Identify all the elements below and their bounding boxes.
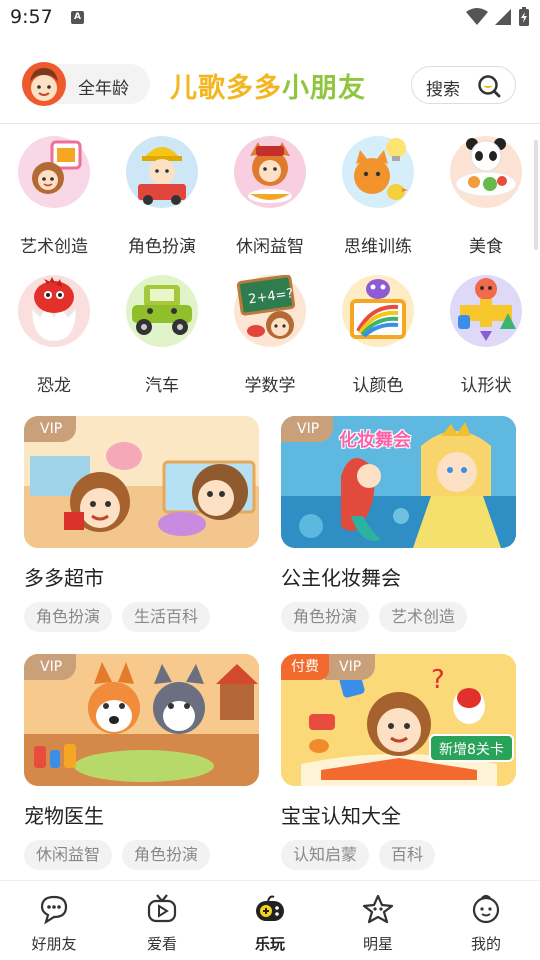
thinking-icon xyxy=(342,136,414,208)
status-time: 9:57 xyxy=(10,6,53,28)
header: 全年龄 儿歌多多小朋友 搜索 xyxy=(0,56,540,116)
tag[interactable]: 角色扮演 xyxy=(122,840,211,870)
nav-tab-stars[interactable]: 明星 xyxy=(324,881,432,960)
chat-icon xyxy=(40,895,68,925)
game-title: 公主化妆舞会 xyxy=(281,566,401,590)
status-icons xyxy=(466,7,530,27)
app-title: 儿歌多多小朋友 xyxy=(170,66,366,105)
category-shape[interactable]: 认形状 xyxy=(432,275,540,396)
shape-icon xyxy=(450,275,522,347)
nav-tab-me[interactable]: 我的 xyxy=(432,881,540,960)
category-label: 美食 xyxy=(469,237,503,257)
art-icon xyxy=(18,136,90,208)
battery-icon xyxy=(519,7,529,26)
tag[interactable]: 角色扮演 xyxy=(281,602,370,632)
tag[interactable]: 生活百科 xyxy=(122,602,211,632)
nav-label: 明星 xyxy=(362,935,393,953)
category-label: 汽车 xyxy=(145,376,179,396)
game-thumbnail[interactable]: 化妆舞会 VIP xyxy=(281,416,516,548)
avatar xyxy=(22,62,66,106)
nav-tab-play[interactable]: 乐玩 xyxy=(216,881,324,960)
car-icon xyxy=(126,275,198,347)
category-art[interactable]: 艺术创造 xyxy=(0,136,108,257)
category-row-2: 恐龙 汽车 2+4=? 学数学 认颜色 认形状 xyxy=(0,274,540,396)
paid-badge: 付费 xyxy=(281,654,329,680)
game-tags: 角色扮演 艺术创造 xyxy=(281,602,468,632)
game-card-pet-doctor[interactable]: VIP 宠物医生 休闲益智 角色扮演 xyxy=(24,654,259,874)
search-icon xyxy=(478,75,501,98)
app-title-part1: 儿歌多多 xyxy=(170,73,282,104)
tag[interactable]: 百科 xyxy=(379,840,436,870)
wifi-icon xyxy=(466,8,488,25)
game-tags: 角色扮演 生活百科 xyxy=(24,602,211,632)
nav-tab-friends[interactable]: 好朋友 xyxy=(0,881,108,960)
game-card-princess-makeup[interactable]: 化妆舞会 VIP 公主化妆舞会 角色扮演 艺术创造 xyxy=(281,416,516,636)
game-title: 宠物医生 xyxy=(24,804,104,828)
game-title: 多多超市 xyxy=(24,566,104,590)
nav-label: 乐玩 xyxy=(254,935,285,953)
vip-badge: VIP xyxy=(24,416,77,442)
category-label: 休闲益智 xyxy=(236,237,304,257)
category-math[interactable]: 2+4=? 学数学 xyxy=(216,274,324,396)
category-label: 认形状 xyxy=(460,376,512,396)
category-dinosaur[interactable]: 恐龙 xyxy=(0,275,108,396)
math-icon: 2+4=? xyxy=(234,274,306,347)
tag[interactable]: 认知启蒙 xyxy=(281,840,370,870)
search-label: 搜索 xyxy=(426,80,460,100)
notification-icon: A xyxy=(71,11,84,24)
game-banner-text: 新增8关卡 xyxy=(429,734,514,762)
category-label: 艺术创造 xyxy=(20,237,88,257)
vip-badge: VIP xyxy=(325,654,376,680)
category-car[interactable]: 汽车 xyxy=(108,275,216,396)
nav-label: 爱看 xyxy=(146,935,177,953)
category-color[interactable]: 认颜色 xyxy=(324,275,432,396)
face-icon xyxy=(472,894,500,924)
svg-text:?: ? xyxy=(431,665,445,695)
tag[interactable]: 角色扮演 xyxy=(24,602,113,632)
status-bar: 9:57 A xyxy=(0,0,540,36)
category-label: 学数学 xyxy=(244,376,296,396)
game-title: 宝宝认知大全 xyxy=(281,804,401,828)
game-banner-text: 化妆舞会 xyxy=(339,430,411,451)
vip-badge: VIP xyxy=(281,416,334,442)
category-puzzle[interactable]: 休闲益智 xyxy=(216,136,324,257)
tag[interactable]: 休闲益智 xyxy=(24,840,113,870)
game-card-baby-cognition[interactable]: ? 新增8关卡 付费 VIP 宝宝认知大全 认知启蒙 百科 xyxy=(281,654,516,874)
category-label: 思维训练 xyxy=(344,237,412,257)
game-tags: 认知启蒙 百科 xyxy=(281,840,436,870)
age-label: 全年龄 xyxy=(78,79,129,99)
game-card-supermarket[interactable]: VIP 多多超市 角色扮演 生活百科 xyxy=(24,416,259,636)
age-selector[interactable]: 全年龄 xyxy=(22,62,150,106)
food-icon xyxy=(450,136,522,208)
category-label: 恐龙 xyxy=(37,376,71,396)
category-thinking[interactable]: 思维训练 xyxy=(324,136,432,257)
category-row-1: 艺术创造 角色扮演 休闲益智 思维训练 美食 xyxy=(0,136,540,257)
puzzle-icon xyxy=(234,136,306,208)
game-thumbnail[interactable]: VIP xyxy=(24,654,259,786)
dinosaur-icon xyxy=(18,275,90,347)
star-icon xyxy=(362,894,394,924)
game-thumbnail[interactable]: VIP xyxy=(24,416,259,548)
role-play-icon xyxy=(126,136,198,208)
nav-label: 我的 xyxy=(470,935,501,953)
category-food[interactable]: 美食 xyxy=(432,136,540,257)
app-title-part2: 小朋友 xyxy=(282,73,366,104)
header-divider xyxy=(0,123,540,124)
category-label: 角色扮演 xyxy=(128,237,196,257)
color-icon xyxy=(342,275,414,347)
tv-icon xyxy=(147,894,177,923)
vip-badge: VIP xyxy=(24,654,77,680)
bottom-nav: 好朋友 爱看 乐玩 明星 我的 xyxy=(0,880,540,960)
gamepad-icon xyxy=(256,895,284,921)
nav-label: 好朋友 xyxy=(31,935,77,953)
signal-icon xyxy=(495,9,511,25)
category-role-play[interactable]: 角色扮演 xyxy=(108,136,216,257)
game-thumbnail[interactable]: ? 新增8关卡 付费 VIP xyxy=(281,654,516,786)
nav-tab-watch[interactable]: 爱看 xyxy=(108,881,216,960)
game-tags: 休闲益智 角色扮演 xyxy=(24,840,211,870)
category-label: 认颜色 xyxy=(352,376,404,396)
search-button[interactable]: 搜索 xyxy=(411,66,516,104)
tag[interactable]: 艺术创造 xyxy=(379,602,468,632)
